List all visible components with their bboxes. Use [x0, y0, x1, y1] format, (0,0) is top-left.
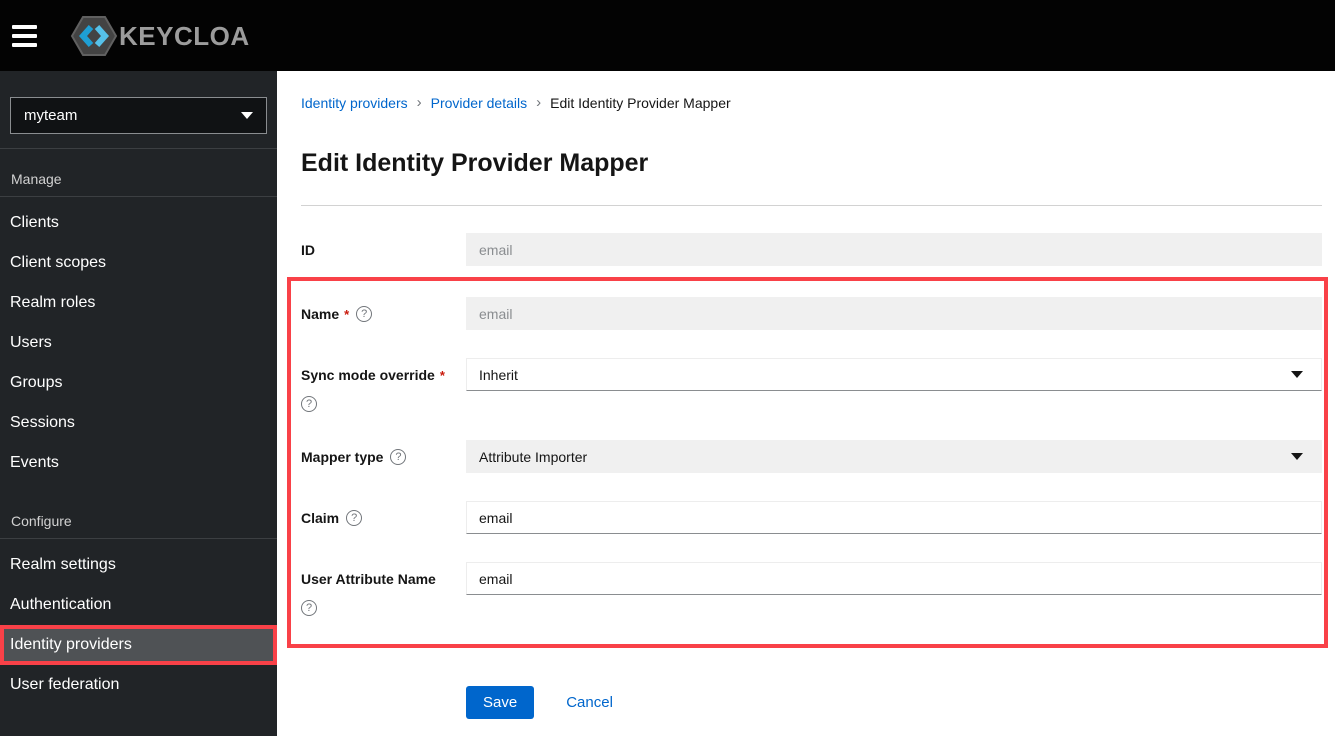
- nav-section-manage: Manage Clients Client scopes Realm roles…: [0, 171, 277, 483]
- breadcrumb-identity-providers[interactable]: Identity providers: [301, 95, 408, 111]
- realm-selector[interactable]: myteam: [10, 97, 267, 134]
- name-label: Name: [301, 306, 340, 322]
- required-asterisk: *: [344, 306, 350, 322]
- user-attribute-name-input[interactable]: [466, 562, 1322, 595]
- help-icon[interactable]: ?: [346, 510, 363, 526]
- sidebar-item-identity-providers[interactable]: Identity providers: [0, 625, 277, 665]
- nav-section-configure: Configure Realm settings Authentication …: [0, 513, 277, 705]
- user-attribute-name-label-col: User Attribute Name ?: [301, 562, 466, 616]
- sync-mode-override-value: Inherit: [479, 366, 518, 383]
- nav-section-title-manage: Manage: [0, 171, 277, 197]
- mapper-type-label-col: Mapper type ?: [301, 440, 466, 473]
- help-icon[interactable]: ?: [301, 600, 317, 616]
- form-row-claim: Claim ?: [301, 501, 1322, 534]
- sidebar-divider: [0, 148, 277, 149]
- help-icon[interactable]: ?: [356, 306, 373, 322]
- form-row-name: Name * ?: [301, 297, 1322, 330]
- keycloak-logo-icon: KEYCLOAK: [70, 15, 249, 56]
- annotation-box-form: Name * ? Sync mode override *: [287, 277, 1328, 648]
- save-button[interactable]: Save: [466, 686, 535, 719]
- help-icon[interactable]: ?: [390, 449, 407, 465]
- form-row-sync-mode-override: Sync mode override * ? Inherit: [301, 358, 1322, 412]
- breadcrumb-separator-icon: ›: [416, 94, 422, 111]
- page-title: Edit Identity Provider Mapper: [301, 149, 649, 177]
- user-attribute-name-label: User Attribute Name: [301, 571, 436, 587]
- mapper-form: ID Name * ?: [287, 233, 1328, 719]
- sidebar-item-realm-roles[interactable]: Realm roles: [0, 283, 277, 323]
- sync-mode-override-label: Sync mode override: [301, 367, 435, 383]
- mapper-type-select[interactable]: Attribute Importer: [466, 440, 1322, 473]
- id-label: ID: [301, 242, 315, 258]
- sync-mode-override-label-col: Sync mode override * ?: [301, 358, 466, 412]
- breadcrumb-provider-details[interactable]: Provider details: [431, 95, 528, 111]
- main-content: Identity providers › Provider details › …: [277, 71, 1335, 736]
- title-divider: [301, 205, 1322, 206]
- breadcrumb-current-page: Edit Identity Provider Mapper: [550, 94, 731, 111]
- mapper-type-label: Mapper type: [301, 449, 384, 465]
- sidebar: myteam Manage Clients Client scopes Real…: [0, 71, 277, 736]
- sidebar-item-authentication[interactable]: Authentication: [0, 585, 277, 625]
- form-actions: Save Cancel: [466, 686, 1322, 719]
- sidebar-nav: Manage Clients Client scopes Realm roles…: [0, 171, 277, 705]
- sidebar-item-users[interactable]: Users: [0, 323, 277, 363]
- chevron-down-icon: [1291, 371, 1303, 378]
- sidebar-item-realm-settings[interactable]: Realm settings: [0, 545, 277, 585]
- form-row-user-attribute-name: User Attribute Name ?: [301, 562, 1322, 616]
- breadcrumb: Identity providers › Provider details › …: [301, 94, 1322, 111]
- realm-selector-value: myteam: [24, 107, 78, 124]
- sidebar-item-events[interactable]: Events: [0, 443, 277, 483]
- name-label-col: Name * ?: [301, 297, 466, 330]
- sidebar-item-client-scopes[interactable]: Client scopes: [0, 243, 277, 283]
- mapper-type-value: Attribute Importer: [479, 448, 588, 465]
- cancel-link[interactable]: Cancel: [566, 694, 613, 711]
- chevron-down-icon: [241, 112, 253, 119]
- claim-label: Claim: [301, 510, 340, 526]
- sync-mode-override-select[interactable]: Inherit: [466, 358, 1322, 391]
- help-icon[interactable]: ?: [301, 396, 317, 412]
- keycloak-logo: KEYCLOAK: [64, 14, 249, 58]
- top-bar: KEYCLOAK: [0, 0, 1335, 71]
- id-label-col: ID: [301, 233, 466, 266]
- sidebar-item-user-federation[interactable]: User federation: [0, 665, 277, 705]
- required-asterisk: *: [439, 367, 445, 383]
- hamburger-menu-icon[interactable]: [10, 15, 52, 57]
- sidebar-item-clients[interactable]: Clients: [0, 203, 277, 243]
- name-input[interactable]: [466, 297, 1322, 330]
- breadcrumb-separator-icon: ›: [536, 94, 542, 111]
- keycloak-logo-text: KEYCLOAK: [119, 21, 249, 51]
- claim-input[interactable]: [466, 501, 1322, 534]
- chevron-down-icon: [1291, 453, 1303, 460]
- claim-label-col: Claim ?: [301, 501, 466, 534]
- form-row-mapper-type: Mapper type ? Attribute Importer: [301, 440, 1322, 473]
- form-row-id: ID: [301, 233, 1322, 266]
- nav-section-title-configure: Configure: [0, 513, 277, 539]
- sidebar-item-groups[interactable]: Groups: [0, 363, 277, 403]
- id-input[interactable]: [466, 233, 1322, 266]
- sidebar-item-sessions[interactable]: Sessions: [0, 403, 277, 443]
